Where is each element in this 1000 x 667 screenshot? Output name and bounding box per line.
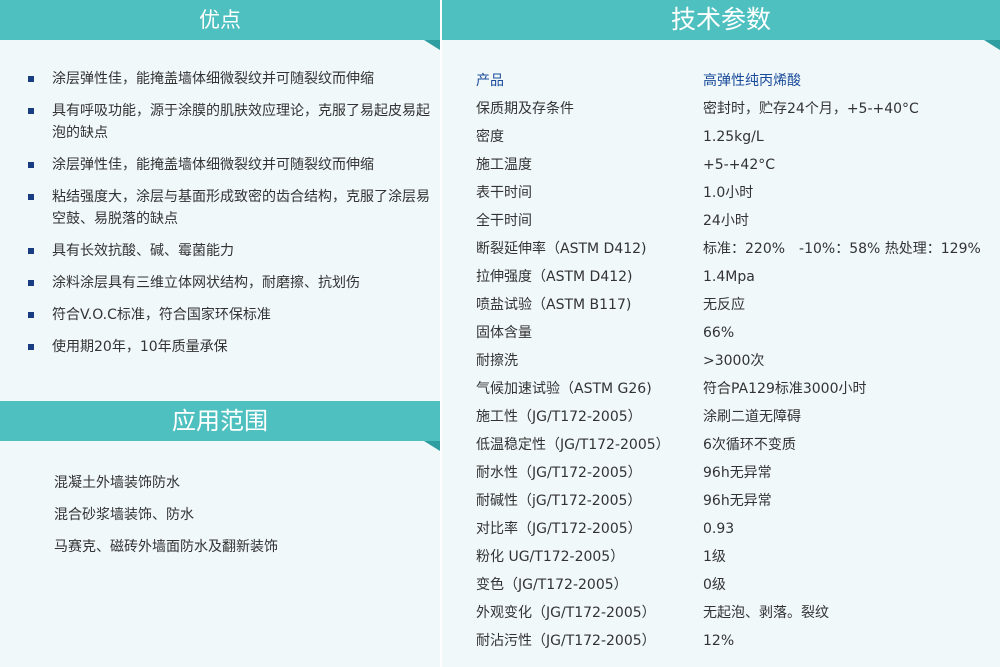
spec-key: 气候加速试验（ASTM G26) — [476, 381, 652, 397]
applications-list: 混凝土外墙装饰防水 混合砂浆墙装饰、防水 马赛克、磁砖外墙面防水及翻新装饰 — [54, 472, 434, 568]
list-item: 涂层弹性佳，能掩盖墙体细微裂纹并可随裂纹而伸缩 — [28, 154, 434, 176]
list-item: 涂层弹性佳，能掩盖墙体细微裂纹并可随裂纹而伸缩 — [28, 68, 434, 90]
list-item: 符合V.O.C标准，符合国家环保标准 — [28, 304, 434, 326]
spec-value: 96h无异常 — [703, 465, 772, 481]
spec-value: 1.4Mpa — [703, 269, 755, 285]
banner-fold — [984, 40, 1000, 50]
square-bullet-icon — [28, 344, 34, 350]
spec-key: 断裂延伸率（ASTM D412) — [476, 241, 647, 257]
spec-key: 密度 — [476, 129, 504, 145]
table-row: 喷盐试验（ASTM B117) 无反应 — [476, 291, 998, 319]
square-bullet-icon — [28, 76, 34, 82]
advantages-banner: 优点 — [0, 0, 440, 50]
list-item: 混合砂浆墙装饰、防水 — [54, 507, 194, 523]
spec-key: 变色（JG/T172-2005） — [476, 577, 628, 593]
spec-key: 施工性（JG/T172-2005） — [476, 409, 642, 425]
table-row: 粉化 UG/T172-2005） 1级 — [476, 543, 998, 571]
list-item: 涂料涂层具有三维立体网状结构，耐磨擦、抗划伤 — [28, 272, 434, 294]
square-bullet-icon — [28, 280, 34, 286]
spec-key: 表干时间 — [476, 185, 532, 201]
spec-value: 66% — [703, 325, 735, 341]
spec-key: 拉伸强度（ASTM D412) — [476, 269, 633, 285]
table-row: 施工温度 +5-+42°C — [476, 151, 998, 179]
spec-key: 粉化 UG/T172-2005） — [476, 549, 625, 565]
table-row: 外观变化（JG/T172-2005） 无起泡、剥落。裂纹 — [476, 599, 998, 627]
table-row: 固体含量 66% — [476, 319, 998, 347]
square-bullet-icon — [28, 194, 34, 200]
spec-value: 高弹性纯丙烯酸 — [703, 73, 801, 89]
spec-value: 12% — [703, 633, 735, 649]
square-bullet-icon — [28, 162, 34, 168]
spec-key: 耐擦洗 — [476, 353, 518, 369]
square-bullet-icon — [28, 108, 34, 114]
list-item: 粘结强度大，涂层与基面形成致密的齿合结构，克服了涂层易空鼓、易脱落的缺点 — [28, 186, 434, 230]
table-row: 拉伸强度（ASTM D412) 1.4Mpa — [476, 263, 998, 291]
spec-value: 0级 — [703, 577, 726, 593]
specs-table: 产品 高弹性纯丙烯酸 保质期及存条件 密封时，贮存24个月，+5-+40°C 密度… — [476, 67, 998, 655]
table-row: 低温稳定性（JG/T172-2005） 6次循环不变质 — [476, 431, 998, 459]
table-row: 密度 1.25kg/L — [476, 123, 998, 151]
spec-value: +5-+42°C — [703, 157, 776, 173]
list-item: 马赛克、磁砖外墙面防水及翻新装饰 — [54, 539, 278, 555]
spec-key: 耐沾污性（JG/T172-2005） — [476, 633, 656, 649]
spec-value: 标准：220% -10%：58% 热处理：129% — [703, 241, 981, 257]
table-row: 耐碱性（jG/T172-2005） 96h无异常 — [476, 487, 998, 515]
square-bullet-icon — [28, 248, 34, 254]
advantages-title: 优点 — [199, 8, 241, 32]
table-row: 气候加速试验（ASTM G26) 符合PA129标准3000小时 — [476, 375, 998, 403]
table-row: 耐沾污性（JG/T172-2005） 12% — [476, 627, 998, 655]
banner-fold — [424, 40, 440, 50]
list-item: 具有长效抗酸、碱、霉菌能力 — [28, 240, 434, 262]
spec-value: 6次循环不变质 — [703, 437, 796, 453]
table-row: 表干时间 1.0小时 — [476, 179, 998, 207]
table-row: 变色（JG/T172-2005） 0级 — [476, 571, 998, 599]
spec-key: 产品 — [476, 73, 504, 89]
spec-value: 1.0小时 — [703, 185, 754, 201]
spec-key: 施工温度 — [476, 157, 532, 173]
table-row: 耐水性（JG/T172-2005） 96h无异常 — [476, 459, 998, 487]
spec-key: 保质期及存条件 — [476, 101, 574, 117]
spec-key: 全干时间 — [476, 213, 532, 229]
specs-title: 技术参数 — [670, 5, 771, 34]
table-row: 耐擦洗 >3000次 — [476, 347, 998, 375]
spec-value: 1.25kg/L — [703, 129, 764, 145]
spec-value: 96h无异常 — [703, 493, 772, 509]
square-bullet-icon — [28, 312, 34, 318]
applications-title: 应用范围 — [172, 407, 268, 435]
spec-value: 密封时，贮存24个月，+5-+40°C — [703, 101, 919, 117]
table-row: 保质期及存条件 密封时，贮存24个月，+5-+40°C — [476, 95, 998, 123]
table-row: 断裂延伸率（ASTM D412) 标准：220% -10%：58% 热处理：129… — [476, 235, 998, 263]
table-row: 对比率（JG/T172-2005） 0.93 — [476, 515, 998, 543]
spec-key: 外观变化（JG/T172-2005） — [476, 605, 656, 621]
spec-key: 对比率（JG/T172-2005） — [476, 521, 642, 537]
table-header-row: 产品 高弹性纯丙烯酸 — [476, 67, 998, 95]
specs-banner: 技术参数 — [442, 0, 1000, 50]
spec-value: 符合PA129标准3000小时 — [703, 381, 867, 397]
spec-value: >3000次 — [703, 353, 765, 369]
spec-key: 喷盐试验（ASTM B117) — [476, 297, 632, 313]
table-row: 全干时间 24小时 — [476, 207, 998, 235]
spec-key: 固体含量 — [476, 325, 532, 341]
list-item: 使用期20年，10年质量承保 — [28, 336, 434, 358]
spec-value: 无反应 — [703, 297, 745, 313]
list-item: 混凝土外墙装饰防水 — [54, 475, 180, 491]
spec-value: 0.93 — [703, 521, 735, 537]
banner-fold — [424, 441, 440, 451]
table-row: 施工性（JG/T172-2005） 涂刷二道无障碍 — [476, 403, 998, 431]
spec-value: 无起泡、剥落。裂纹 — [703, 605, 829, 621]
spec-key: 耐碱性（jG/T172-2005） — [476, 493, 642, 509]
spec-key: 低温稳定性（JG/T172-2005） — [476, 437, 670, 453]
advantages-list: 涂层弹性佳，能掩盖墙体细微裂纹并可随裂纹而伸缩 具有呼吸功能，源于涂膜的肌肤效应… — [28, 68, 434, 368]
list-item: 具有呼吸功能，源于涂膜的肌肤效应理论，克服了易起皮易起泡的缺点 — [28, 100, 434, 144]
spec-value: 涂刷二道无障碍 — [703, 409, 801, 425]
applications-banner: 应用范围 — [0, 401, 440, 451]
spec-value: 24小时 — [703, 213, 749, 229]
spec-value: 1级 — [703, 549, 726, 565]
spec-key: 耐水性（JG/T172-2005） — [476, 465, 642, 481]
